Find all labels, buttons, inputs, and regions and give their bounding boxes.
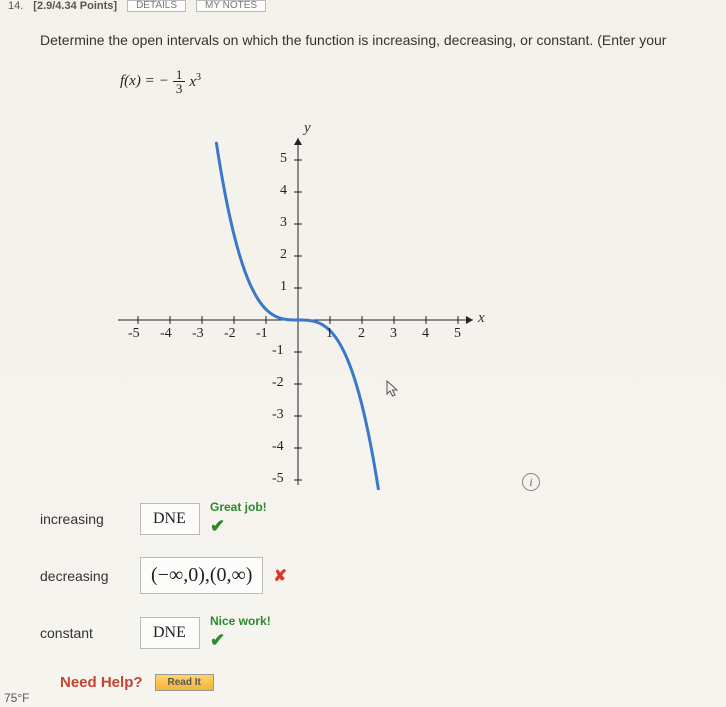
my-notes-button[interactable]: MY NOTES — [196, 0, 266, 12]
need-help: Need Help? Read It — [60, 674, 214, 691]
formula-denominator: 3 — [173, 82, 186, 95]
y-tick-label: 1 — [280, 279, 287, 295]
x-tick-label: 5 — [454, 326, 461, 342]
read-it-button[interactable]: Read It — [155, 674, 214, 691]
x-tick-label: -4 — [160, 326, 172, 342]
feedback-constant: Nice work! ✔ — [210, 614, 271, 651]
check-icon: ✔ — [210, 516, 225, 537]
y-tick-label: 2 — [280, 247, 287, 263]
x-tick-label: -3 — [192, 326, 204, 342]
temperature-widget[interactable]: 75°F — [4, 691, 29, 705]
feedback-text-constant: Nice work! — [210, 614, 271, 628]
graph-svg — [108, 120, 508, 490]
row-decreasing: decreasing (−∞,0),(0,∞) ✘ — [40, 557, 540, 594]
x-icon: ✘ — [273, 566, 286, 586]
y-tick-label: -2 — [272, 375, 284, 391]
y-tick-label: -1 — [272, 343, 284, 359]
feedback-increasing: Great job! ✔ — [210, 500, 267, 537]
x-tick-label: 2 — [358, 326, 365, 342]
points-label: [2.9/4.34 Points] — [33, 0, 117, 12]
row-increasing: increasing DNE Great job! ✔ — [40, 500, 540, 537]
y-tick-label: -4 — [272, 439, 284, 455]
answer-section: increasing DNE Great job! ✔ decreasing (… — [40, 500, 540, 671]
question-text: Determine the open intervals on which th… — [40, 32, 722, 48]
input-constant[interactable]: DNE — [140, 617, 200, 649]
x-tick-label: 3 — [390, 326, 397, 342]
x-tick-label: 4 — [422, 326, 429, 342]
label-constant: constant — [40, 625, 140, 641]
formula-lhs: f(x) = — [120, 73, 155, 90]
input-decreasing[interactable]: (−∞,0),(0,∞) — [140, 557, 263, 594]
formula-negative: − — [159, 73, 169, 90]
check-icon: ✔ — [210, 630, 225, 651]
row-constant: constant DNE Nice work! ✔ — [40, 614, 540, 651]
formula-numerator: 1 — [173, 68, 186, 82]
formula-variable: x3 — [189, 72, 201, 91]
x-tick-label: -1 — [256, 326, 268, 342]
y-tick-label: 5 — [280, 151, 287, 167]
input-increasing[interactable]: DNE — [140, 503, 200, 535]
header-row: 14. [2.9/4.34 Points] DETAILS MY NOTES — [0, 0, 726, 14]
label-increasing: increasing — [40, 511, 140, 527]
y-axis-label: y — [304, 120, 311, 137]
y-tick-label: -3 — [272, 407, 284, 423]
y-tick-label: 4 — [280, 183, 287, 199]
formula: f(x) = − 1 3 x3 — [120, 68, 201, 95]
label-decreasing: decreasing — [40, 568, 140, 584]
feedback-text-increasing: Great job! — [210, 500, 267, 514]
x-tick-label: -5 — [128, 326, 140, 342]
question-number: 14. — [8, 0, 23, 12]
graph: y x -5 -4 -3 -2 -1 1 2 3 4 5 -5 -4 -3 -2 -1 1 2 3 4 5 — [108, 120, 508, 490]
need-help-label: Need Help? — [60, 674, 143, 691]
x-tick-label: -2 — [224, 326, 236, 342]
x-tick-label: 1 — [326, 326, 333, 342]
y-tick-label: -5 — [272, 471, 284, 487]
x-axis-label: x — [478, 310, 485, 327]
info-icon[interactable]: i — [522, 473, 540, 491]
details-button[interactable]: DETAILS — [127, 0, 186, 12]
formula-fraction: 1 3 — [173, 68, 186, 95]
y-tick-label: 3 — [280, 215, 287, 231]
